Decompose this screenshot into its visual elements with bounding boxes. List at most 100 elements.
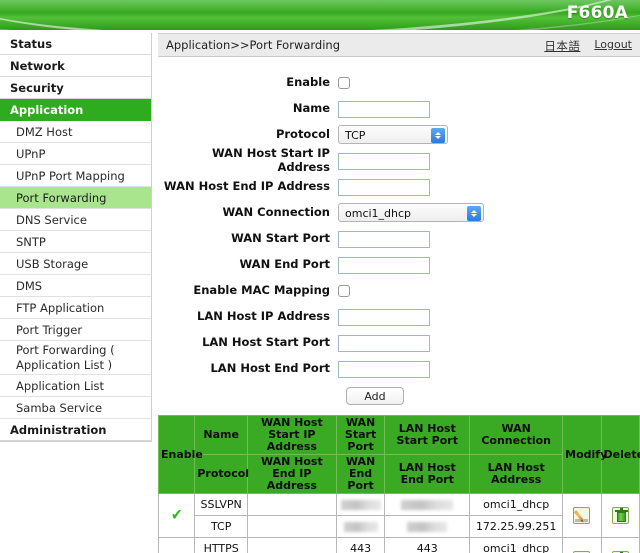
sidebar-item-port-forwarding-application-list[interactable]: Port Forwarding ( Application List )	[0, 341, 151, 375]
wan-connection-select-value: omci1_dhcp	[345, 206, 412, 220]
cell-wan-connection: omci1_dhcp	[469, 493, 564, 516]
wan-end-port-label: WAN End Port	[239, 256, 330, 271]
sidebar-item-samba-service[interactable]: Samba Service	[0, 397, 151, 419]
enable-mac-mapping-checkbox[interactable]	[338, 284, 350, 297]
cell-name: HTTPS	[194, 537, 248, 553]
col-header-wan-end-port: WAN End Port	[335, 454, 386, 494]
protocol-select[interactable]: TCP	[338, 124, 448, 144]
form-row-wan-end-port: WAN End Port	[158, 253, 640, 274]
col-header-enable: Enable	[157, 415, 203, 494]
redacted-value	[343, 522, 378, 532]
form-row-lan-host-ip: LAN Host IP Address	[158, 305, 640, 326]
lan-host-start-port-input[interactable]	[338, 334, 430, 352]
sidebar-item-network[interactable]: Network	[0, 55, 151, 77]
cell-protocol: TCP	[194, 515, 248, 538]
banner-swoosh-secondary	[0, 0, 640, 30]
cell-wan-start-port	[335, 493, 386, 516]
redacted-value	[401, 500, 454, 510]
lan-host-ip-label: LAN Host IP Address	[197, 308, 330, 323]
breadcrumb: Application>>Port Forwarding	[166, 38, 341, 52]
form-row-lan-host-end-port: LAN Host End Port	[158, 357, 640, 378]
wan-start-port-input[interactable]	[338, 230, 430, 248]
lan-host-end-port-label: LAN Host End Port	[210, 360, 330, 375]
trash-icon[interactable]	[611, 507, 629, 524]
col-header-lan-host-address: LAN Host Address	[469, 454, 564, 494]
wan-connection-select[interactable]: omci1_dhcp	[338, 202, 484, 222]
redacted-value	[340, 500, 381, 510]
col-header-wan-host-start-ip: WAN Host Start IP Address	[246, 415, 337, 455]
form-row-enable-mac-mapping: Enable MAC Mapping	[158, 279, 640, 300]
add-button[interactable]: Add	[346, 387, 404, 405]
cell-delete[interactable]	[600, 537, 640, 553]
sidebar-item-port-trigger[interactable]: Port Trigger	[0, 319, 151, 341]
cell-wan-host-start-ip	[246, 537, 337, 553]
sidebar-item-dns-service[interactable]: DNS Service	[0, 209, 151, 231]
sidebar-item-security[interactable]: Security	[0, 77, 151, 99]
sidebar-item-dmz-host[interactable]: DMZ Host	[0, 121, 151, 143]
wan-host-start-ip-label: WAN Host Start IP Address	[212, 145, 330, 174]
cell-delete[interactable]	[600, 493, 640, 538]
col-header-wan-host-end-ip: WAN Host End IP Address	[246, 454, 337, 494]
wan-connection-label: WAN Connection	[222, 204, 330, 219]
page-body: Status Network Security Application DMZ …	[0, 30, 640, 553]
wan-end-port-input[interactable]	[338, 256, 430, 274]
chevron-updown-icon	[467, 205, 481, 221]
cell-lan-host-start-port	[384, 493, 471, 516]
sidebar-item-usb-storage[interactable]: USB Storage	[0, 253, 151, 275]
cell-lan-host-start-port: 443	[384, 537, 471, 553]
wan-host-start-ip-input[interactable]	[338, 152, 430, 170]
cell-lan-host-address: 172.25.99.251	[469, 515, 564, 538]
language-switch-link[interactable]: 日本語	[544, 38, 580, 54]
port-forwarding-table: Enable Name WAN Host Start IP Address WA…	[157, 415, 640, 553]
lan-host-start-port-label: LAN Host Start Port	[202, 334, 330, 349]
sidebar-item-application-list[interactable]: Application List	[0, 375, 151, 397]
form-row-wan-connection: WAN Connection omci1_dhcp	[158, 201, 640, 222]
cell-lan-host-end-port	[384, 515, 471, 538]
col-header-wan-connection: WAN Connection	[469, 415, 564, 455]
port-forwarding-form: Enable Name Protocol TCP WAN Host Start …	[158, 57, 640, 405]
device-model-label: F660A	[566, 3, 628, 23]
name-input[interactable]	[338, 100, 430, 118]
col-header-lan-host-end-port: LAN Host End Port	[384, 454, 471, 494]
cell-wan-end-port	[335, 515, 386, 538]
port-forwarding-table-wrap: Enable Name WAN Host Start IP Address WA…	[157, 415, 640, 553]
wan-host-end-ip-input[interactable]	[338, 178, 430, 196]
cell-modify[interactable]	[562, 537, 602, 553]
redacted-value	[407, 522, 448, 532]
cell-wan-host-end-ip	[246, 515, 337, 538]
wan-start-port-label: WAN Start Port	[231, 230, 330, 245]
sidebar-item-administration[interactable]: Administration	[0, 419, 151, 441]
form-row-wan-host-end-ip: WAN Host End IP Address	[158, 175, 640, 196]
name-label: Name	[292, 100, 330, 115]
logout-link[interactable]: Logout	[594, 38, 632, 54]
sidebar-item-sntp[interactable]: SNTP	[0, 231, 151, 253]
sidebar-item-upnp[interactable]: UPnP	[0, 143, 151, 165]
col-header-modify: Modify	[562, 415, 607, 494]
enable-checkbox[interactable]	[338, 76, 350, 89]
table-row: ✔ HTTPS 443 443 omci1_dhcp	[157, 537, 640, 553]
enable-mac-mapping-label: Enable MAC Mapping	[193, 282, 330, 297]
table-header-row-1: Enable Name WAN Host Start IP Address WA…	[157, 415, 640, 494]
pencil-icon[interactable]	[573, 507, 591, 524]
protocol-label: Protocol	[275, 126, 330, 141]
lan-host-ip-input[interactable]	[338, 308, 430, 326]
cell-modify[interactable]	[562, 493, 602, 538]
form-row-enable: Enable	[158, 71, 640, 92]
breadcrumb-links: 日本語 Logout	[544, 38, 632, 54]
sidebar-item-ftp-application[interactable]: FTP Application	[0, 297, 151, 319]
form-row-name: Name	[158, 97, 640, 118]
form-row-lan-host-start-port: LAN Host Start Port	[158, 331, 640, 352]
breadcrumb-bar: Application>>Port Forwarding 日本語 Logout	[158, 33, 640, 57]
col-header-delete: Delete	[600, 415, 640, 494]
sidebar-item-upnp-port-mapping[interactable]: UPnP Port Mapping	[0, 165, 151, 187]
cell-wan-start-port: 443	[335, 537, 386, 553]
sidebar-item-application[interactable]: Application	[0, 99, 151, 121]
sidebar-item-status[interactable]: Status	[0, 33, 151, 55]
lan-host-end-port-input[interactable]	[338, 360, 430, 378]
sidebar-item-dms[interactable]: DMS	[0, 275, 151, 297]
top-banner: F660A	[0, 0, 640, 30]
main-content: Application>>Port Forwarding 日本語 Logout …	[157, 33, 640, 553]
wan-host-end-ip-label: WAN Host End IP Address	[163, 178, 330, 193]
col-header-lan-host-start-port: LAN Host Start Port	[384, 415, 471, 455]
sidebar-item-port-forwarding[interactable]: Port Forwarding	[0, 187, 151, 209]
